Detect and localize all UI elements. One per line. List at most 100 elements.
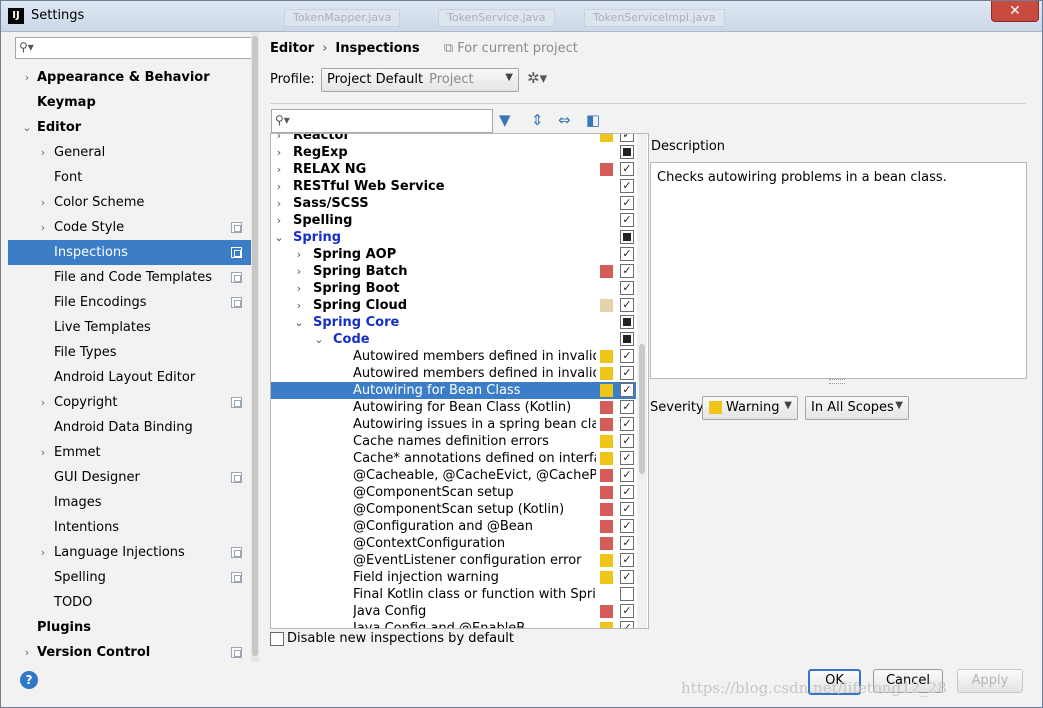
inspection-row[interactable]: ⌄ Code xyxy=(271,331,636,348)
chevron-right-icon[interactable]: › xyxy=(274,134,284,144)
sidebar-item-android-layout-editor[interactable]: Android Layout Editor xyxy=(8,365,258,390)
inspection-row[interactable]: › Spring Boot ✓ xyxy=(271,280,636,297)
inspection-checkbox[interactable]: ✓ xyxy=(620,179,634,193)
inspection-row[interactable]: @Configuration and @Bean ✓ xyxy=(271,518,636,535)
inspection-row[interactable]: Java Config and @EnableB ✓ xyxy=(271,620,636,628)
chevron-right-icon[interactable]: › xyxy=(274,212,284,229)
inspection-row[interactable]: Cache* annotations defined on interfaces… xyxy=(271,450,636,467)
gear-icon[interactable]: ✲▾ xyxy=(527,69,547,87)
chevron-right-icon[interactable]: › xyxy=(37,440,49,465)
sidebar-item-emmet[interactable]: › Emmet xyxy=(8,440,258,465)
filter-icon[interactable]: ▼ xyxy=(499,111,511,129)
inspection-checkbox[interactable]: ✓ xyxy=(620,621,634,628)
scope-select[interactable]: In All Scopes ▼ xyxy=(805,396,909,420)
sidebar-item-language-injections[interactable]: › Language Injections xyxy=(8,540,258,565)
chevron-right-icon[interactable]: › xyxy=(294,280,304,297)
inspection-checkbox[interactable]: ✓ xyxy=(620,383,634,397)
chevron-right-icon[interactable]: › xyxy=(274,195,284,212)
sidebar-item-intentions[interactable]: Intentions xyxy=(8,515,258,540)
inspection-checkbox[interactable]: ✓ xyxy=(620,281,634,295)
inspection-row[interactable]: › RELAX NG ✓ xyxy=(271,161,636,178)
chevron-right-icon[interactable]: › xyxy=(21,640,33,662)
inspection-row[interactable]: › Sass/SCSS ✓ xyxy=(271,195,636,212)
inspection-checkbox[interactable]: ✓ xyxy=(620,485,634,499)
eraser-icon[interactable]: ◧ xyxy=(586,111,600,129)
inspection-row[interactable]: › Spring Batch ✓ xyxy=(271,263,636,280)
inspection-checkbox[interactable] xyxy=(620,315,634,329)
sidebar-item-live-templates[interactable]: Live Templates xyxy=(8,315,258,340)
chevron-down-icon[interactable]: ⌄ xyxy=(274,229,284,246)
chevron-right-icon[interactable]: › xyxy=(37,540,49,565)
inspection-row[interactable]: Field injection warning ✓ xyxy=(271,569,636,586)
inspection-row[interactable]: Autowired members defined in invalid Spr… xyxy=(271,365,636,382)
scrollbar-thumb[interactable] xyxy=(639,344,645,474)
inspections-scrollbar[interactable] xyxy=(637,134,647,628)
inspection-checkbox[interactable]: ✓ xyxy=(620,196,634,210)
sidebar-item-copyright[interactable]: › Copyright xyxy=(8,390,258,415)
chevron-right-icon[interactable]: › xyxy=(37,390,49,415)
sidebar-item-spelling[interactable]: Spelling xyxy=(8,565,258,590)
inspection-checkbox[interactable]: ✓ xyxy=(620,349,634,363)
inspection-checkbox[interactable]: ✓ xyxy=(620,162,634,176)
sidebar-item-appearance-behavior[interactable]: › Appearance & Behavior xyxy=(8,65,258,90)
chevron-right-icon[interactable]: › xyxy=(294,297,304,314)
inspection-row[interactable]: @ComponentScan setup (Kotlin) ✓ xyxy=(271,501,636,518)
sidebar-item-code-style[interactable]: › Code Style xyxy=(8,215,258,240)
inspection-checkbox[interactable]: ✓ xyxy=(620,417,634,431)
chevron-right-icon[interactable]: › xyxy=(274,161,284,178)
inspection-row[interactable]: Autowiring for Bean Class ✓ xyxy=(271,382,636,399)
sidebar-item-plugins[interactable]: Plugins xyxy=(8,615,258,640)
sidebar-item-android-data-binding[interactable]: Android Data Binding xyxy=(8,415,258,440)
inspection-row[interactable]: @EventListener configuration error ✓ xyxy=(271,552,636,569)
sidebar-search-input[interactable]: ⚲▾ xyxy=(15,37,253,59)
chevron-right-icon[interactable]: › xyxy=(294,263,304,280)
sidebar-scrollbar[interactable] xyxy=(251,32,259,662)
collapse-all-icon[interactable]: ⇔ xyxy=(558,111,571,129)
inspection-row[interactable]: › Reactor ✓ xyxy=(271,134,636,144)
scrollbar-thumb[interactable] xyxy=(252,36,258,656)
sidebar-item-file-types[interactable]: File Types xyxy=(8,340,258,365)
chevron-down-icon[interactable]: ⌄ xyxy=(294,314,304,331)
inspection-row[interactable]: Autowired members defined in invalid Spr… xyxy=(271,348,636,365)
inspection-checkbox[interactable]: ✓ xyxy=(620,134,634,142)
inspection-row[interactable]: @Cacheable, @CacheEvict, @CachePut, @ ✓ xyxy=(271,467,636,484)
inspection-checkbox[interactable]: ✓ xyxy=(620,264,634,278)
inspection-checkbox[interactable]: ✓ xyxy=(620,553,634,567)
inspection-checkbox[interactable]: ✓ xyxy=(620,536,634,550)
chevron-right-icon[interactable]: › xyxy=(294,246,304,263)
close-button[interactable]: ✕ xyxy=(991,1,1039,22)
inspection-row[interactable]: Autowiring for Bean Class (Kotlin) ✓ xyxy=(271,399,636,416)
inspection-row[interactable]: ⌄ Spring Core xyxy=(271,314,636,331)
inspection-checkbox[interactable]: ✓ xyxy=(620,400,634,414)
sidebar-item-keymap[interactable]: Keymap xyxy=(8,90,258,115)
inspection-row[interactable]: Autowiring issues in a spring bean class… xyxy=(271,416,636,433)
chevron-right-icon[interactable]: › xyxy=(21,65,33,90)
inspection-row[interactable]: › Spring Cloud ✓ xyxy=(271,297,636,314)
chevron-right-icon[interactable]: › xyxy=(37,190,49,215)
sidebar-item-images[interactable]: Images xyxy=(8,490,258,515)
profile-select[interactable]: Project Default Project ▼ xyxy=(321,68,519,92)
sidebar-item-font[interactable]: Font xyxy=(8,165,258,190)
inspection-row[interactable]: ⌄ Spring xyxy=(271,229,636,246)
sidebar-item-file-and-code-templates[interactable]: File and Code Templates xyxy=(8,265,258,290)
inspections-search-input[interactable]: ⚲▾ xyxy=(271,109,493,133)
help-button[interactable]: ? xyxy=(20,671,38,689)
inspection-checkbox[interactable]: ✓ xyxy=(620,519,634,533)
chevron-right-icon[interactable]: › xyxy=(274,178,284,195)
chevron-right-icon[interactable]: › xyxy=(37,140,49,165)
inspection-checkbox[interactable] xyxy=(620,332,634,346)
chevron-right-icon[interactable]: › xyxy=(37,215,49,240)
sidebar-item-inspections[interactable]: Inspections xyxy=(8,240,258,265)
inspection-checkbox[interactable]: ✓ xyxy=(620,451,634,465)
sidebar-item-editor[interactable]: ⌄ Editor xyxy=(8,115,258,140)
sidebar-item-file-encodings[interactable]: File Encodings xyxy=(8,290,258,315)
inspection-row[interactable]: Java Config ✓ xyxy=(271,603,636,620)
inspection-checkbox[interactable] xyxy=(620,145,634,159)
sidebar-item-version-control[interactable]: › Version Control xyxy=(8,640,258,662)
inspection-checkbox[interactable] xyxy=(620,230,634,244)
sidebar-item-todo[interactable]: TODO xyxy=(8,590,258,615)
inspection-row[interactable]: @ComponentScan setup ✓ xyxy=(271,484,636,501)
expand-all-icon[interactable]: ⇕ xyxy=(531,111,544,129)
inspection-checkbox[interactable]: ✓ xyxy=(620,298,634,312)
inspection-checkbox[interactable]: ✓ xyxy=(620,604,634,618)
